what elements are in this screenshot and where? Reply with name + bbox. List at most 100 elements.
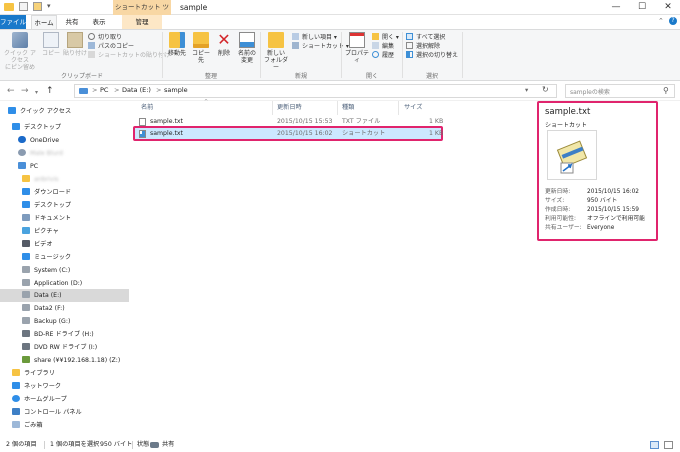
details-pane: sample.txt ショートカット 更新日時: サイズ: 作成日時: 利用可能… xyxy=(537,101,658,241)
nav-trash[interactable]: ごみ箱 xyxy=(12,420,43,432)
column-date[interactable]: 更新日時 xyxy=(277,101,337,115)
edit-button[interactable]: 編集 xyxy=(372,42,399,51)
refresh-icon[interactable]: ↻ xyxy=(542,85,549,94)
nav-videos[interactable]: ビデオ xyxy=(22,239,53,251)
notepad-shortcut-icon xyxy=(556,140,588,174)
forward-button[interactable]: → xyxy=(21,86,29,96)
nav-quick-access[interactable]: クイック アクセス xyxy=(8,106,71,118)
paste-shortcut-icon xyxy=(88,51,95,58)
minimize-button[interactable]: — xyxy=(603,0,629,15)
details-view-button[interactable] xyxy=(650,441,659,449)
tab-home[interactable]: ホーム xyxy=(31,15,57,29)
paste-button[interactable]: 貼り付け xyxy=(63,32,87,57)
quick-access-dropdown-icon[interactable]: ▾ xyxy=(47,2,51,10)
history-button[interactable]: 履歴 xyxy=(372,51,399,60)
status-separator xyxy=(44,441,45,449)
drive-icon xyxy=(22,279,30,286)
help-icon[interactable]: ? xyxy=(669,17,677,25)
column-separator xyxy=(398,101,399,115)
up-button[interactable]: ↑ xyxy=(46,86,54,96)
properties-button[interactable]: プロパティ xyxy=(344,32,370,64)
maximize-button[interactable]: ☐ xyxy=(629,0,655,15)
copy-path-icon xyxy=(88,42,95,49)
library-icon xyxy=(12,369,20,376)
trash-icon xyxy=(12,421,20,428)
nav-downloads[interactable]: ダウンロード xyxy=(22,187,71,199)
nav-onedrive[interactable]: OneDrive xyxy=(18,135,59,147)
copy-to-label: コピー先 xyxy=(191,50,210,64)
open-icon xyxy=(372,33,379,40)
detail-key: 作成日時: xyxy=(545,207,571,213)
drive-icon xyxy=(22,304,30,311)
nav-user[interactable]: Male Blurd xyxy=(18,148,63,160)
open-button[interactable]: 開く ▾ xyxy=(372,33,399,42)
nav-library[interactable]: ライブラリ xyxy=(12,368,55,380)
back-button[interactable]: ← xyxy=(7,86,15,96)
properties-icon xyxy=(349,32,365,48)
drive-icon xyxy=(22,317,30,324)
breadcrumb-data[interactable]: Data (E:) xyxy=(122,86,151,94)
tab-share[interactable]: 共有 xyxy=(60,15,84,29)
copy-to-button[interactable]: コピー先 xyxy=(190,32,212,64)
nav-desktop[interactable]: デスクトップ xyxy=(22,200,71,212)
paste-icon xyxy=(67,32,83,48)
address-dropdown-icon[interactable]: ▾ xyxy=(525,86,528,94)
invert-selection-button[interactable]: 選択の切り替え xyxy=(406,51,458,60)
breadcrumb-separator: > xyxy=(92,86,98,94)
breadcrumb-pc[interactable]: PC xyxy=(100,86,108,94)
copy-path-button[interactable]: パスのコピー xyxy=(88,42,170,51)
copy-icon xyxy=(43,32,59,48)
file-size: 1 KB xyxy=(429,130,444,137)
nav-pc[interactable]: PC xyxy=(18,161,38,173)
nav-desktop-root[interactable]: デスクトップ xyxy=(12,122,61,134)
status-selected: 1 個の項目を選択 xyxy=(50,441,100,448)
file-name: sample.txt xyxy=(150,130,183,137)
text-file-icon xyxy=(139,118,146,126)
select-none-button[interactable]: 選択解除 xyxy=(406,42,458,51)
nav-pictures[interactable]: ピクチャ xyxy=(22,226,59,238)
ribbon-collapse-icon[interactable]: ⌃ xyxy=(658,17,664,25)
breadcrumb-sample[interactable]: sample xyxy=(164,86,188,94)
tab-file[interactable]: ファイル xyxy=(0,15,26,29)
ribbon-separator xyxy=(462,32,463,78)
nav-network[interactable]: ネットワーク xyxy=(12,381,61,393)
move-to-button[interactable]: 移動先 xyxy=(166,32,188,57)
file-row[interactable]: sample.txt 2015/10/15 16:02 ショートカット 1 KB xyxy=(134,128,444,140)
nav-backup-drive[interactable]: Backup (G:) xyxy=(22,316,70,328)
nav-bdre-drive[interactable]: BD-RE ドライブ (H:) xyxy=(22,329,94,341)
rename-button[interactable]: 名前の 変更 xyxy=(236,32,258,64)
disc-drive-icon xyxy=(22,343,30,350)
nav-control-panel[interactable]: コントロール パネル xyxy=(12,407,82,419)
paste-shortcut-button[interactable]: ショートカットの貼り付け xyxy=(88,51,170,60)
nav-share-drive[interactable]: share (¥¥192.168.1.18) (Z:) xyxy=(22,355,120,367)
nav-dvd-drive[interactable]: DVD RW ドライブ (I:) xyxy=(22,342,97,354)
tab-manage[interactable]: 管理 xyxy=(122,15,162,29)
nav-system-drive[interactable]: System (C:) xyxy=(22,265,70,277)
new-folder-icon xyxy=(268,32,284,48)
column-name[interactable]: 名前 xyxy=(141,101,271,115)
select-all-button[interactable]: すべて選択 xyxy=(406,33,458,42)
breadcrumb-separator: > xyxy=(156,86,162,94)
nav-pc-user[interactable]: anbrivis xyxy=(22,174,59,186)
nav-music[interactable]: ミュージック xyxy=(22,252,71,264)
nav-homegroup[interactable]: ホームグループ xyxy=(12,394,67,406)
address-bar[interactable]: > PC > Data (E:) > sample ▾ ↻ xyxy=(74,84,557,98)
column-size[interactable]: サイズ xyxy=(404,101,442,115)
properties-quick-icon[interactable] xyxy=(19,2,28,11)
close-button[interactable]: ✕ xyxy=(655,0,680,15)
tab-view[interactable]: 表示 xyxy=(87,15,111,29)
large-icons-view-button[interactable] xyxy=(664,441,673,449)
recent-dropdown-icon[interactable]: ▾ xyxy=(35,88,38,98)
new-folder-quick-icon[interactable] xyxy=(33,2,42,11)
delete-button[interactable]: ✕ 削除 xyxy=(214,32,234,58)
nav-data-drive[interactable]: Data (E:) xyxy=(22,290,62,302)
new-folder-button[interactable]: 新しい フォルダー xyxy=(263,32,289,71)
column-type[interactable]: 種類 xyxy=(342,101,397,115)
search-input[interactable]: sampleの検索 ⚲ xyxy=(565,84,675,98)
nav-data2-drive[interactable]: Data2 (F:) xyxy=(22,303,65,315)
pin-quick-access-button[interactable]: クイック アクセス にピン留め xyxy=(3,32,37,71)
nav-documents[interactable]: ドキュメント xyxy=(22,213,71,225)
copy-button[interactable]: コピー xyxy=(40,32,62,57)
cut-button[interactable]: 切り取り xyxy=(88,33,170,42)
status-separator xyxy=(132,441,133,449)
